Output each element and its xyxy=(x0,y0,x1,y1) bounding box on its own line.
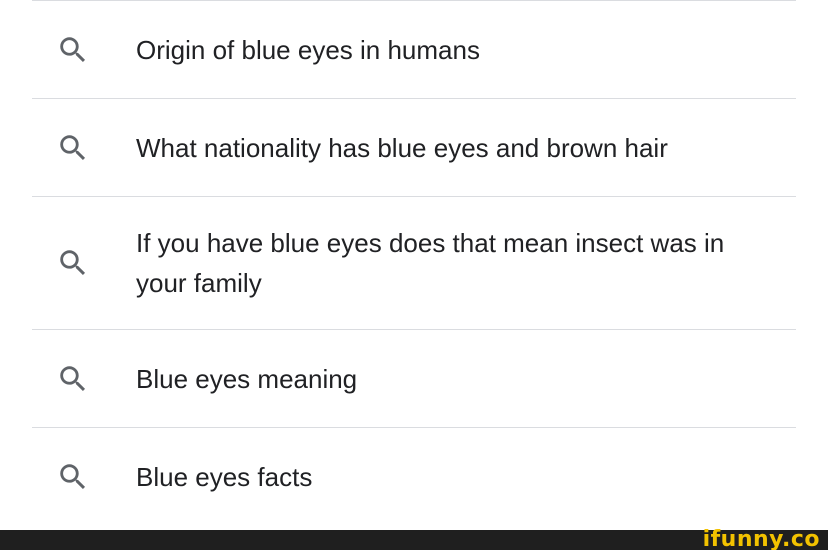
suggestion-row[interactable]: Blue eyes meaning xyxy=(32,330,796,427)
ifunny-watermark: ifunny.co xyxy=(702,527,820,550)
search-icon xyxy=(56,460,90,494)
suggestion-text: Blue eyes facts xyxy=(136,461,313,492)
search-icon xyxy=(56,33,90,67)
search-suggestions-list: Origin of blue eyes in humans What natio… xyxy=(32,0,796,525)
page: Origin of blue eyes in humans What natio… xyxy=(0,0,828,550)
suggestion-row[interactable]: If you have blue eyes does that mean ins… xyxy=(32,197,796,329)
search-icon xyxy=(56,246,90,280)
suggestion-text: If you have blue eyes does that mean ins… xyxy=(136,228,725,298)
suggestion-row[interactable]: Blue eyes facts xyxy=(32,428,796,525)
suggestion-row[interactable]: What nationality has blue eyes and brown… xyxy=(32,99,796,196)
suggestion-row[interactable]: Origin of blue eyes in humans xyxy=(32,1,796,98)
suggestion-text: Origin of blue eyes in humans xyxy=(136,34,480,65)
suggestion-text: Blue eyes meaning xyxy=(136,363,358,394)
search-icon xyxy=(56,362,90,396)
search-icon xyxy=(56,131,90,165)
suggestion-text: What nationality has blue eyes and brown… xyxy=(136,132,668,163)
watermark-bar: ifunny.co xyxy=(0,527,828,550)
